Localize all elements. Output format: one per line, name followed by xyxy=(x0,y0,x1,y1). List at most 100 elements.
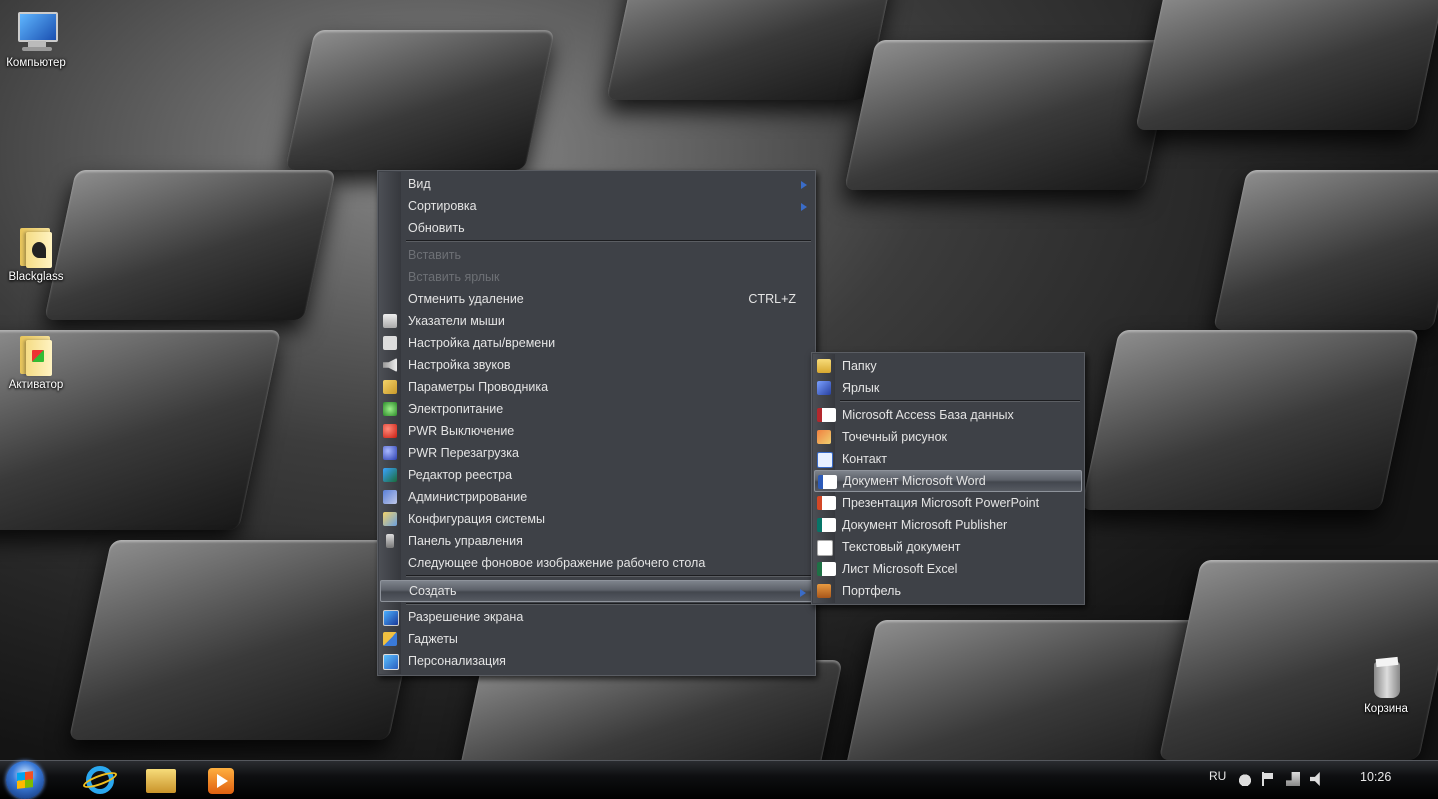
taskbar-media-player[interactable] xyxy=(200,763,240,797)
menu-item-administration[interactable]: Администрирование xyxy=(380,486,813,508)
create-item-bitmap[interactable]: Точечный рисунок xyxy=(814,426,1082,448)
menu-item-explorer-options[interactable]: Параметры Проводника xyxy=(380,376,813,398)
explorer-options-icon xyxy=(383,380,397,394)
menu-item-date-time[interactable]: Настройка даты/времени xyxy=(380,332,813,354)
menu-separator xyxy=(840,400,1080,402)
media-player-icon xyxy=(208,768,234,794)
submenu-arrow-icon xyxy=(800,589,806,597)
desktop-icon-recycle-bin[interactable]: Корзина xyxy=(1348,656,1424,715)
menu-item-label: Презентация Microsoft PowerPoint xyxy=(842,496,1040,510)
menu-item-label: Лист Microsoft Excel xyxy=(842,562,958,576)
menu-item-label: Точечный рисунок xyxy=(842,430,947,444)
menu-item-restart[interactable]: PWR Перезагрузка xyxy=(380,442,813,464)
create-item-briefcase[interactable]: Портфель xyxy=(814,580,1082,602)
desktop-icon-label: Компьютер xyxy=(6,57,66,69)
clock-time[interactable]: 10:26 xyxy=(1360,770,1391,784)
menu-item-view[interactable]: Вид xyxy=(380,173,813,195)
menu-item-label: Вставить xyxy=(408,248,461,262)
folder-icon xyxy=(817,359,831,373)
folder-icon xyxy=(14,332,58,376)
desktop-icon-blackglass[interactable]: Blackglass xyxy=(0,224,74,283)
menu-item-label: Гаджеты xyxy=(408,632,458,646)
menu-item-screen-resolution[interactable]: Разрешение экрана xyxy=(380,606,813,628)
text-document-icon xyxy=(817,540,833,556)
power-options-icon xyxy=(383,402,397,416)
desktop-icon-activator[interactable]: Активатор xyxy=(0,332,74,391)
menu-item-mouse-pointers[interactable]: Указатели мыши xyxy=(380,310,813,332)
menu-item-label: Документ Microsoft Word xyxy=(843,474,986,488)
create-item-folder[interactable]: Папку xyxy=(814,355,1082,377)
menu-separator xyxy=(406,603,811,605)
create-item-access[interactable]: Microsoft Access База данных xyxy=(814,404,1082,426)
wallpaper-cube xyxy=(842,620,1208,760)
menu-separator xyxy=(406,240,811,242)
menu-item-label: Отменить удаление xyxy=(408,292,524,306)
menu-item-registry-editor[interactable]: Редактор реестра xyxy=(380,464,813,486)
windows-logo-icon xyxy=(17,771,33,789)
publisher-icon xyxy=(817,518,836,532)
system-config-icon xyxy=(383,512,397,526)
wallpaper-cube xyxy=(844,40,1176,190)
menu-item-label: Контакт xyxy=(842,452,888,466)
desktop-icon-label: Корзина xyxy=(1364,703,1408,715)
menu-item-label: Панель управления xyxy=(408,534,523,548)
menu-item-label: Вид xyxy=(408,177,431,191)
display-icon xyxy=(383,610,399,626)
create-item-powerpoint[interactable]: Презентация Microsoft PowerPoint xyxy=(814,492,1082,514)
create-item-text-document[interactable]: Текстовый документ xyxy=(814,536,1082,558)
access-icon xyxy=(817,408,836,422)
taskbar-windows-explorer[interactable] xyxy=(140,763,180,797)
language-indicator[interactable]: RU xyxy=(1209,769,1226,783)
menu-item-personalization[interactable]: Персонализация xyxy=(380,650,813,672)
start-button[interactable] xyxy=(6,761,44,799)
menu-item-label: Администрирование xyxy=(408,490,528,504)
cloud-icon[interactable] xyxy=(1238,772,1252,786)
menu-item-power-options[interactable]: Электропитание xyxy=(380,398,813,420)
action-center-flag-icon[interactable] xyxy=(1262,772,1278,786)
menu-item-sounds[interactable]: Настройка звуков xyxy=(380,354,813,376)
create-item-contact[interactable]: Контакт xyxy=(814,448,1082,470)
excel-icon xyxy=(817,562,836,576)
menu-separator xyxy=(406,575,811,577)
menu-item-create[interactable]: Создать xyxy=(380,580,813,602)
computer-icon xyxy=(14,10,58,54)
taskbar-internet-explorer[interactable] xyxy=(80,763,120,797)
registry-editor-icon xyxy=(383,468,397,482)
speaker-icon xyxy=(383,358,397,372)
menu-item-control-panel[interactable]: Панель управления xyxy=(380,530,813,552)
create-item-word[interactable]: Документ Microsoft Word xyxy=(814,470,1082,492)
menu-item-label: Создать xyxy=(409,584,457,598)
menu-item-label: PWR Перезагрузка xyxy=(408,446,519,460)
contact-icon xyxy=(817,452,833,468)
menu-item-label: Сортировка xyxy=(408,199,477,213)
create-item-shortcut[interactable]: Ярлык xyxy=(814,377,1082,399)
gadgets-icon xyxy=(383,632,397,646)
menu-item-shutdown[interactable]: PWR Выключение xyxy=(380,420,813,442)
menu-item-paste-shortcut: Вставить ярлык xyxy=(380,266,813,288)
menu-item-label: PWR Выключение xyxy=(408,424,515,438)
personalization-icon xyxy=(383,654,399,670)
menu-item-gadgets[interactable]: Гаджеты xyxy=(380,628,813,650)
create-submenu: Папку Ярлык Microsoft Access База данных… xyxy=(811,352,1085,605)
menu-item-label: Текстовый документ xyxy=(842,540,961,554)
folder-icon xyxy=(14,224,58,268)
network-icon[interactable] xyxy=(1286,772,1300,786)
bitmap-icon xyxy=(817,430,831,444)
menu-item-label: Редактор реестра xyxy=(408,468,513,482)
menu-item-label: Microsoft Access База данных xyxy=(842,408,1014,422)
control-panel-icon xyxy=(386,534,394,548)
menu-item-system-config[interactable]: Конфигурация системы xyxy=(380,508,813,530)
menu-item-undo-delete[interactable]: Отменить удаление CTRL+Z xyxy=(380,288,813,310)
volume-icon[interactable] xyxy=(1310,772,1320,786)
menu-item-label: Следующее фоновое изображение рабочего с… xyxy=(408,556,706,570)
menu-item-next-background[interactable]: Следующее фоновое изображение рабочего с… xyxy=(380,552,813,574)
wallpaper-cube xyxy=(606,0,894,100)
menu-item-refresh[interactable]: Обновить xyxy=(380,217,813,239)
create-item-publisher[interactable]: Документ Microsoft Publisher xyxy=(814,514,1082,536)
desktop-icon-computer[interactable]: Компьютер xyxy=(0,10,74,69)
menu-item-sort[interactable]: Сортировка xyxy=(380,195,813,217)
shutdown-icon xyxy=(383,424,397,438)
create-item-excel[interactable]: Лист Microsoft Excel xyxy=(814,558,1082,580)
menu-item-label: Папку xyxy=(842,359,877,373)
menu-item-label: Вставить ярлык xyxy=(408,270,500,284)
